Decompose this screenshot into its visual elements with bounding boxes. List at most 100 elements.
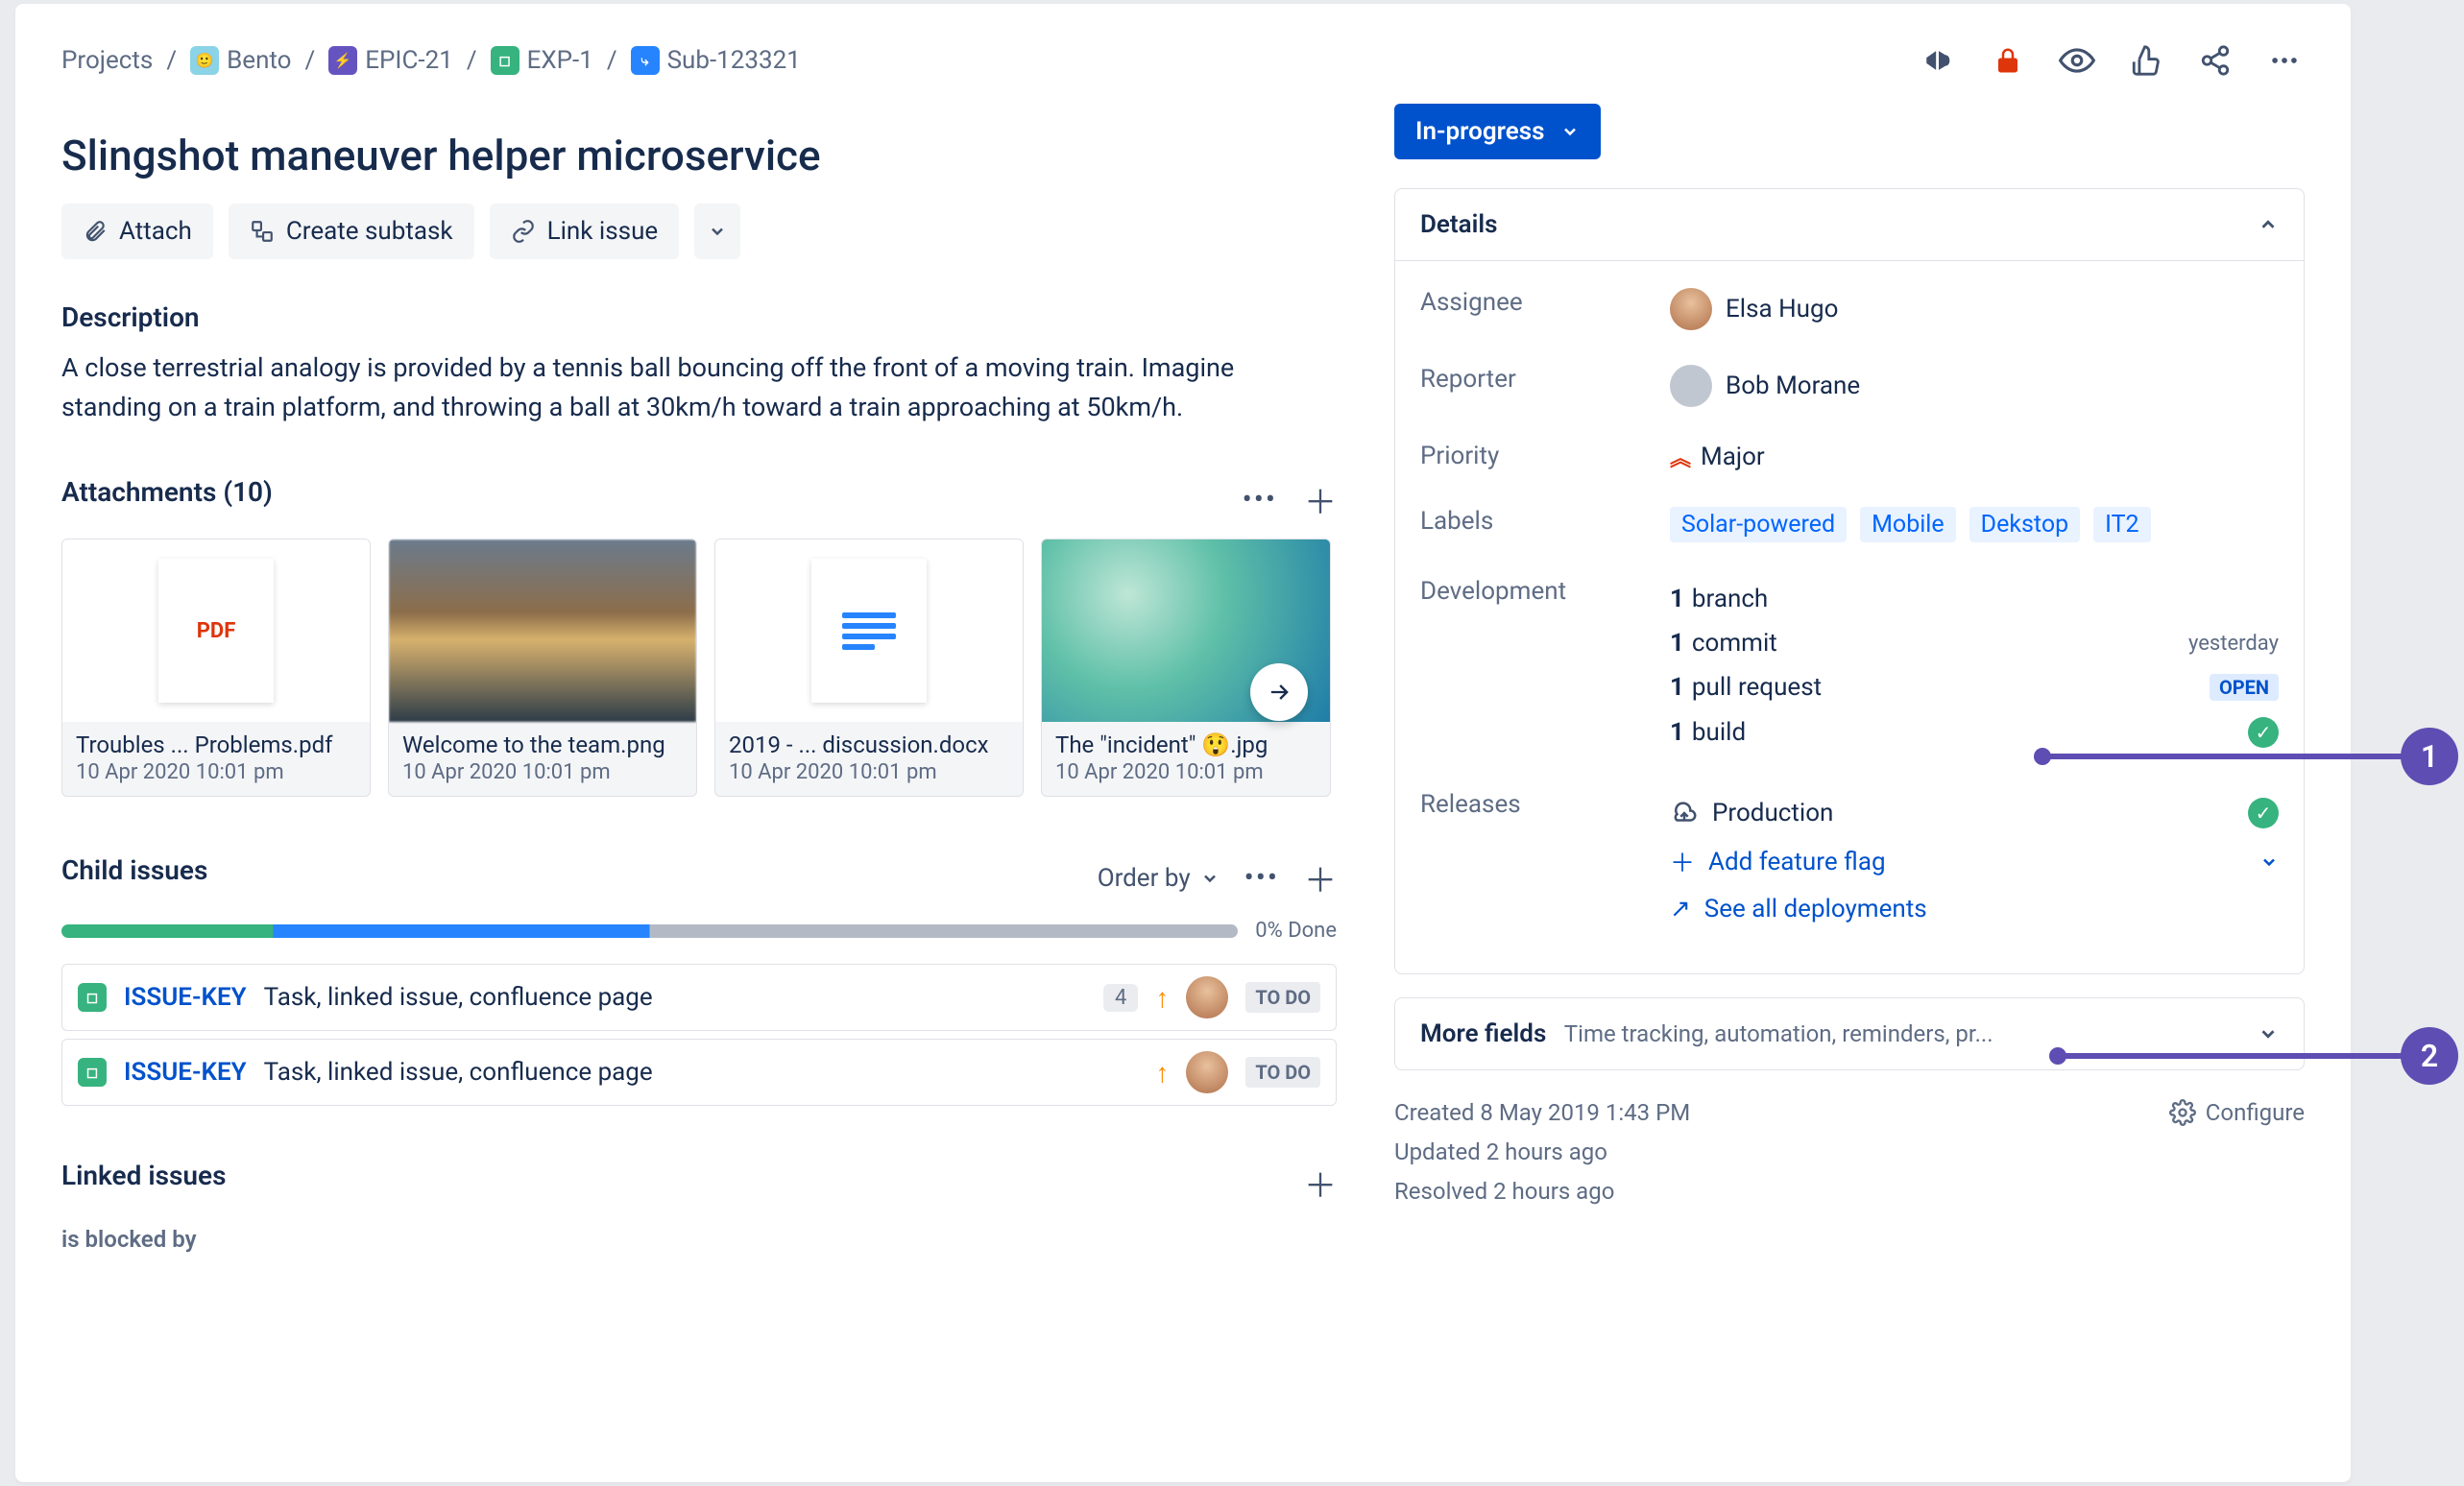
breadcrumb-projects[interactable]: Projects	[61, 46, 153, 75]
labels-field[interactable]: Solar-powered Mobile Dekstop IT2	[1670, 507, 2279, 542]
assignee-label: Assignee	[1420, 288, 1670, 330]
attachment-card[interactable]: 2019 - ... discussion.docx 10 Apr 2020 1…	[714, 539, 1024, 797]
annotation-line	[2041, 754, 2406, 759]
chevron-down-icon	[708, 222, 727, 241]
subtask-create-icon	[250, 219, 275, 244]
order-by-dropdown[interactable]: Order by	[1098, 864, 1220, 893]
page-title[interactable]: Slingshot maneuver helper microservice	[61, 131, 1337, 180]
child-add-icon[interactable]: ＋	[1304, 854, 1337, 901]
chevron-down-icon	[1200, 869, 1220, 888]
label-chip[interactable]: IT2	[2093, 507, 2150, 542]
breadcrumb-exp[interactable]: ◻ EXP-1	[491, 46, 593, 75]
breadcrumb-epic[interactable]: ⚡ EPIC-21	[328, 46, 453, 75]
arrow-out-icon: ↗	[1670, 895, 1691, 923]
subtask-icon: ⤷	[631, 46, 660, 75]
attachment-date: 10 Apr 2020 10:01 pm	[715, 760, 1023, 796]
child-issue-row[interactable]: ◻ ISSUE-KEY Task, linked issue, confluen…	[61, 1039, 1337, 1106]
feedback-icon[interactable]	[1919, 40, 1959, 81]
issue-key[interactable]: ISSUE-KEY	[124, 1058, 247, 1087]
attachment-card[interactable]: Welcome to the team.png 10 Apr 2020 10:0…	[388, 539, 697, 797]
reporter-field[interactable]: Bob Morane	[1670, 365, 2279, 407]
attachments-add-icon[interactable]: ＋	[1304, 476, 1337, 523]
dev-commit[interactable]: 1 commit yesterday	[1670, 621, 2279, 665]
link-icon	[511, 219, 536, 244]
label-chip[interactable]: Dekstop	[1969, 507, 2080, 542]
child-issue-row[interactable]: ◻ ISSUE-KEY Task, linked issue, confluen…	[61, 964, 1337, 1031]
issue-meta: Created 8 May 2019 1:43 PM Updated 2 hou…	[1394, 1093, 2305, 1210]
watch-icon[interactable]	[2057, 40, 2097, 81]
label-chip[interactable]: Mobile	[1860, 507, 1956, 542]
chevron-down-icon	[1560, 122, 1580, 141]
status-badge[interactable]: TO DO	[1245, 1057, 1320, 1088]
attachments-heading: Attachments (10)	[61, 476, 273, 508]
more-actions-icon[interactable]	[2264, 40, 2305, 81]
priority-field[interactable]: ︽ Major	[1670, 442, 2279, 472]
check-circle-icon: ✓	[2248, 717, 2279, 748]
issue-key[interactable]: ISSUE-KEY	[124, 983, 247, 1012]
chevron-up-icon	[2258, 214, 2279, 235]
share-icon[interactable]	[2195, 40, 2235, 81]
attachments-more-icon[interactable]: •••	[1243, 483, 1277, 516]
configure-button[interactable]: Configure	[2169, 1093, 2305, 1133]
assignee-field[interactable]: Elsa Hugo	[1670, 288, 2279, 330]
create-subtask-button[interactable]: Create subtask	[229, 204, 474, 259]
linked-heading: Linked issues	[61, 1160, 227, 1191]
child-progress: 0% Done	[61, 919, 1337, 943]
annotation-badge: 2	[2401, 1027, 2458, 1085]
dev-build[interactable]: 1 build ✓	[1670, 709, 2279, 755]
breadcrumb-subtask[interactable]: ⤷ Sub-123321	[631, 46, 801, 75]
release-env[interactable]: Production ✓	[1670, 790, 2279, 836]
priority-arrow-icon: ↑	[1155, 1057, 1169, 1089]
assignee-avatar[interactable]	[1186, 976, 1228, 1019]
details-toggle[interactable]: Details	[1395, 189, 2304, 260]
doc-thumb-icon	[811, 559, 927, 703]
lock-icon[interactable]	[1988, 40, 2028, 81]
project-avatar-icon: 🙂	[190, 46, 219, 75]
progress-bar	[61, 924, 1238, 938]
arrow-right-icon	[1266, 679, 1292, 706]
dev-pr[interactable]: 1 pull request OPEN	[1670, 665, 2279, 709]
pr-open-badge: OPEN	[2210, 674, 2279, 701]
child-issues: Child issues Order by ••• ＋ 0% Done	[61, 854, 1337, 1106]
vote-icon[interactable]	[2126, 40, 2166, 81]
scroll-right-button[interactable]	[1250, 663, 1308, 721]
attachment-name: 2019 - ... discussion.docx	[715, 722, 1023, 760]
chevron-down-icon	[2258, 1023, 2279, 1044]
chevron-down-icon	[2259, 852, 2279, 872]
updated-at: Updated 2 hours ago	[1394, 1133, 1690, 1172]
attach-button[interactable]: Attach	[61, 204, 213, 259]
comment-count-badge: 4	[1103, 984, 1138, 1012]
annotation-badge: 1	[2401, 728, 2458, 785]
see-all-deployments[interactable]: ↗ See all deployments	[1670, 887, 2279, 931]
dev-branch[interactable]: 1 branch	[1670, 577, 2279, 621]
check-circle-icon: ✓	[2248, 798, 2279, 828]
breadcrumb-project[interactable]: 🙂 Bento	[190, 46, 291, 75]
story-icon: ◻	[78, 983, 107, 1012]
label-chip[interactable]: Solar-powered	[1670, 507, 1847, 542]
status-badge[interactable]: TO DO	[1245, 982, 1320, 1013]
assignee-avatar[interactable]	[1186, 1051, 1228, 1093]
link-issue-more-button[interactable]	[694, 204, 740, 259]
resolved-at: Resolved 2 hours ago	[1394, 1172, 1690, 1211]
releases-label: Releases	[1420, 790, 1670, 819]
priority-arrow-icon: ↑	[1155, 982, 1169, 1014]
child-more-icon[interactable]: •••	[1244, 861, 1279, 895]
issue-view-card: Projects / 🙂 Bento / ⚡ EPIC-21 / ◻ EXP-1…	[15, 4, 2351, 1482]
attachment-name: The "incident" 😲.jpg	[1042, 722, 1330, 760]
linked-add-icon[interactable]: ＋	[1304, 1160, 1337, 1207]
issue-action-row: Attach Create subtask Link issue	[61, 204, 1337, 259]
add-feature-flag[interactable]: ＋ Add feature flag	[1670, 836, 2279, 887]
attachment-name: Troubles ... Problems.pdf	[62, 722, 370, 760]
details-panel: Details Assignee Elsa Hugo Reporter	[1394, 188, 2305, 974]
description-text[interactable]: A close terrestrial analogy is provided …	[61, 348, 1337, 426]
status-dropdown[interactable]: In-progress	[1394, 104, 1601, 159]
issue-sidebar: In-progress Details Assignee	[1394, 104, 2305, 1253]
breadcrumb-separator: /	[305, 46, 316, 75]
cloud-up-icon	[1670, 799, 1699, 827]
link-issue-button[interactable]: Link issue	[490, 204, 680, 259]
progress-label: 0% Done	[1255, 919, 1337, 943]
top-actions	[1919, 40, 2305, 81]
attachment-date: 10 Apr 2020 10:01 pm	[389, 760, 696, 796]
plus-icon: ＋	[1670, 844, 1695, 879]
attachment-card[interactable]: PDF Troubles ... Problems.pdf 10 Apr 202…	[61, 539, 371, 797]
